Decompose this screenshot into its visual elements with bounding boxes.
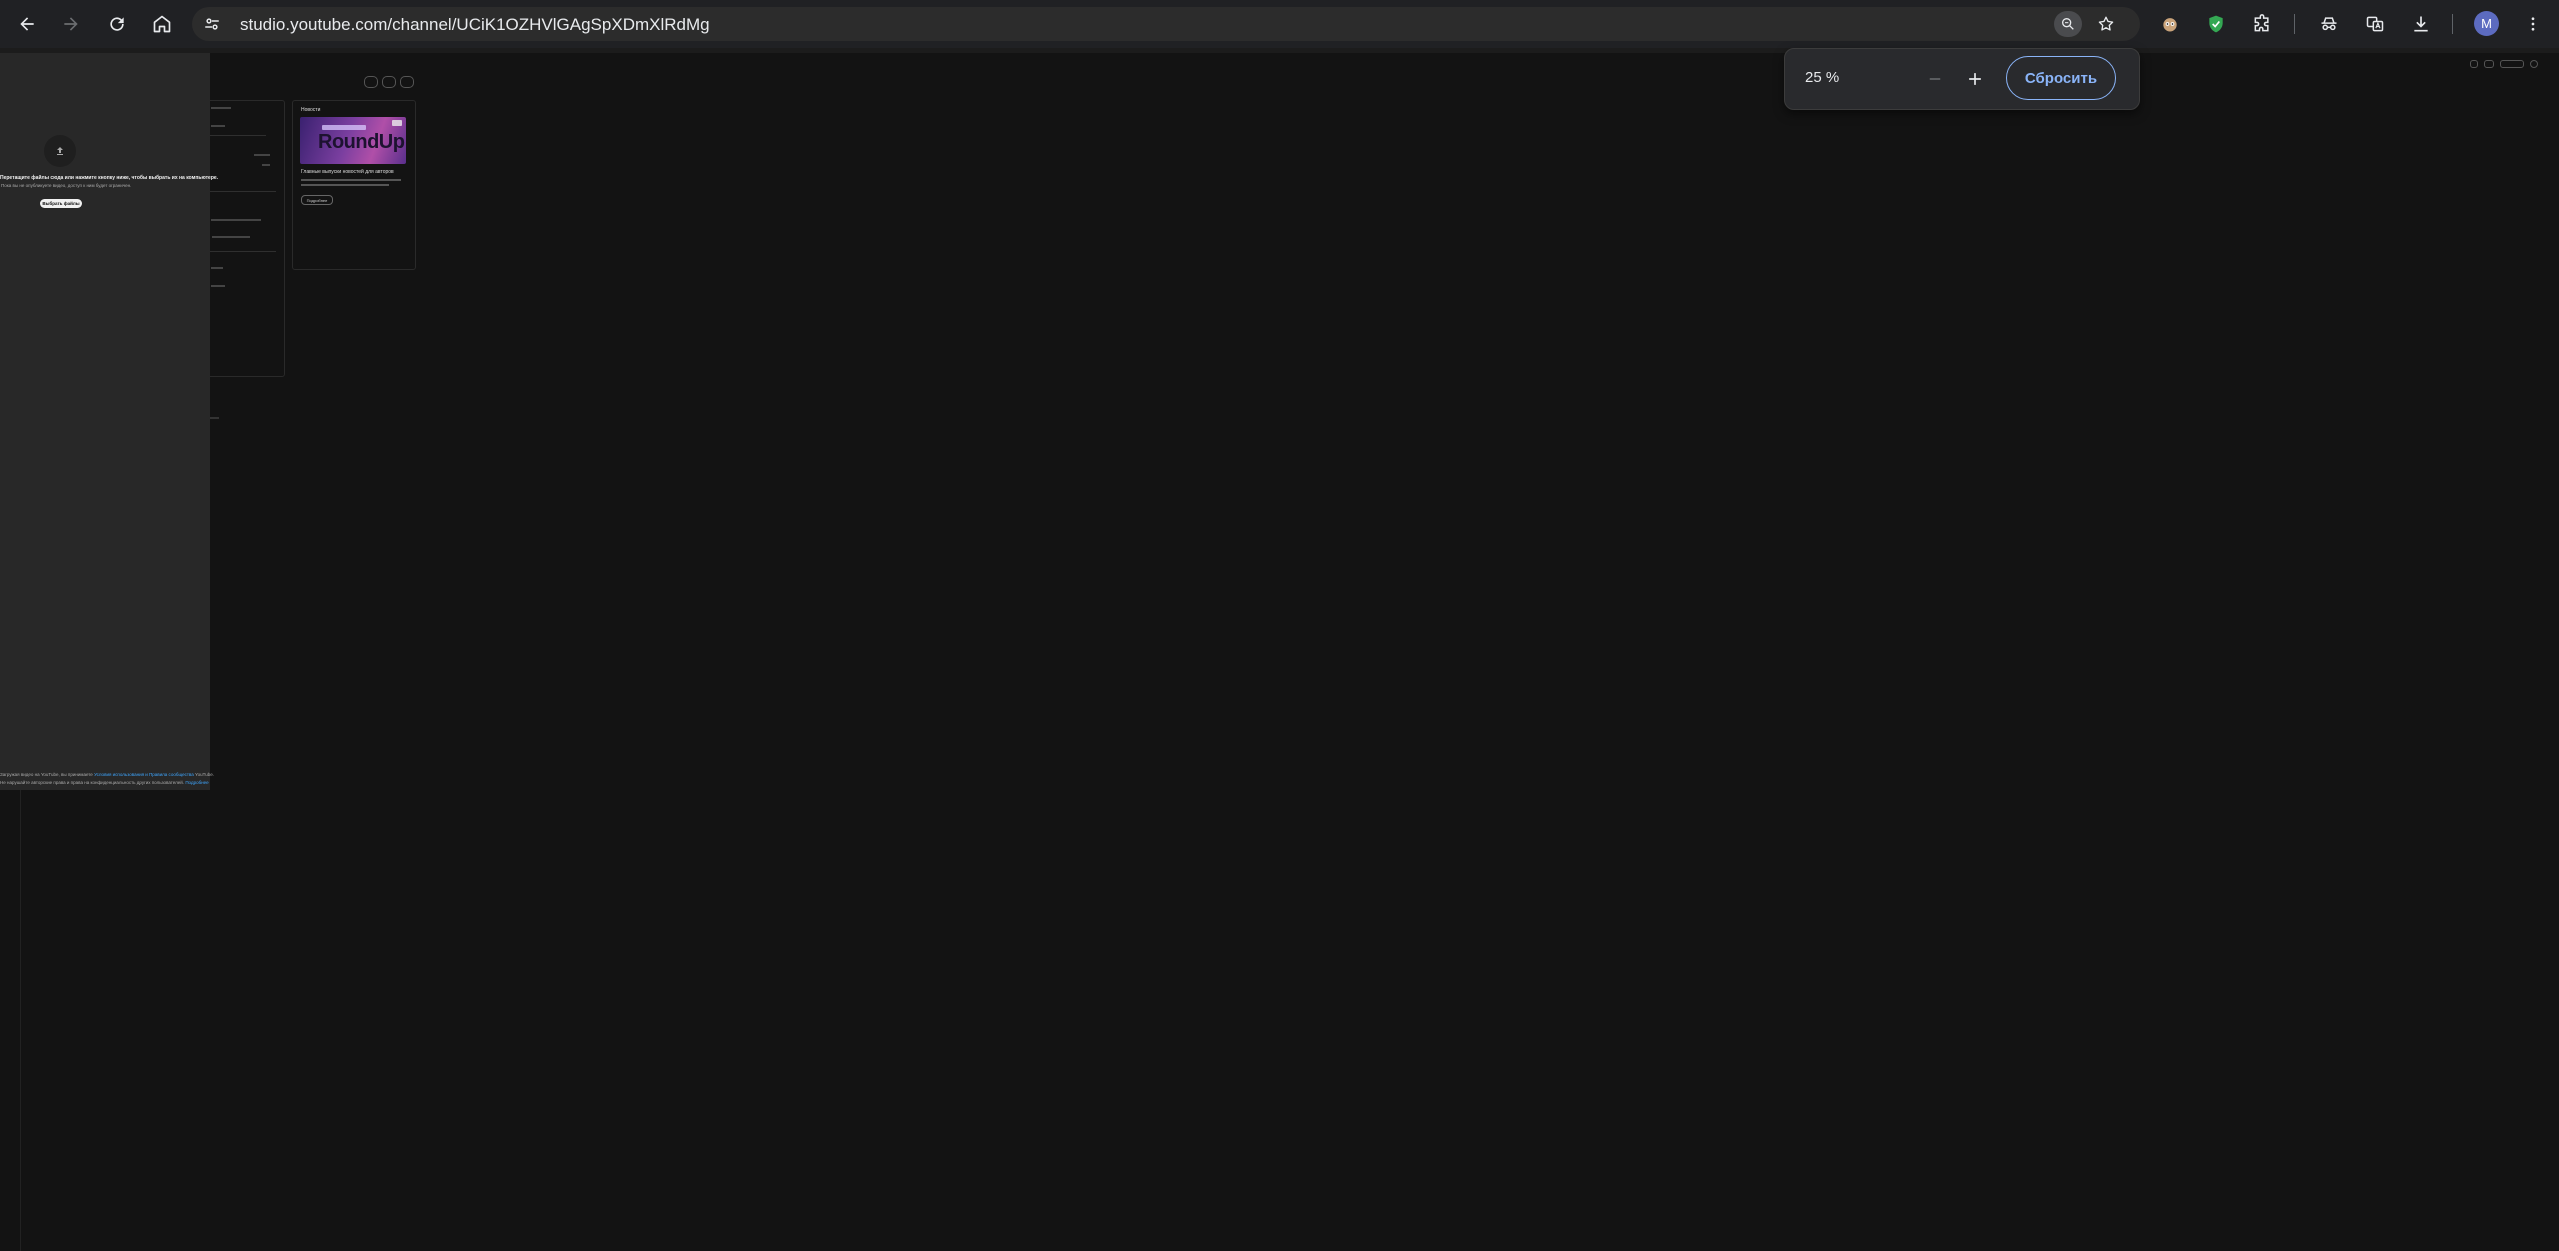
zoom-reset-button[interactable]: Сбросить [2006, 56, 2116, 100]
upload-icon[interactable] [44, 135, 76, 167]
reload-icon[interactable] [102, 9, 132, 39]
profile-avatar[interactable]: M [2474, 11, 2499, 36]
dashboard-card [205, 100, 285, 377]
card-text [211, 125, 225, 127]
toolbar-separator [2452, 14, 2453, 34]
channel-avatar[interactable] [2530, 60, 2538, 68]
news-description-line [301, 184, 389, 186]
monkey-extension-icon[interactable] [2157, 11, 2183, 37]
news-more-button[interactable]: Подробнее [301, 195, 333, 205]
forward-icon[interactable] [56, 9, 86, 39]
create-button[interactable] [2500, 60, 2524, 68]
incognito-spy-icon[interactable] [2316, 11, 2342, 37]
card-text [211, 219, 261, 221]
home-icon[interactable] [147, 9, 177, 39]
upload-dialog: Перетащите файлы сюда или нажмите кнопку… [0, 53, 218, 790]
card-heading [211, 107, 231, 109]
thumbnail-logo [392, 120, 402, 126]
page-header-strip [0, 48, 2559, 53]
puzzle-extensions-icon[interactable] [2249, 11, 2275, 37]
news-card-title: Новости [301, 107, 321, 113]
upload-dialog-title: Перетащите файлы сюда или нажмите кнопку… [0, 175, 219, 181]
card-link[interactable] [212, 236, 250, 238]
address-bar[interactable]: studio.youtube.com/channel/UCiK1OZHVlGAg… [192, 7, 2140, 41]
toolbar-separator [2294, 14, 2295, 34]
live-icon[interactable] [382, 76, 396, 88]
studio-page: Новости RoundUp Главные выпуски новостей… [0, 48, 2559, 1251]
site-info-icon[interactable] [200, 12, 224, 36]
card-divider [206, 191, 276, 192]
learn-more-link[interactable]: Подробнее [185, 780, 208, 785]
card-value [254, 154, 270, 156]
translate-icon[interactable] [2362, 11, 2388, 37]
upload-dialog-subtitle: Пока вы не опубликуете видео, доступ к н… [1, 183, 132, 188]
privacy-text: Не нарушайте авторские права и права на … [0, 780, 186, 785]
select-files-button[interactable]: Выбрать файлы [40, 199, 82, 208]
help-icon[interactable] [2470, 60, 2478, 68]
shield-extension-icon[interactable] [2203, 11, 2229, 37]
more-menu-icon[interactable] [2520, 11, 2546, 37]
bookmark-star-icon[interactable] [2094, 12, 2118, 36]
notifications-icon[interactable] [2484, 60, 2494, 68]
zoom-out-icon[interactable] [1921, 65, 1949, 93]
card-text [211, 267, 223, 269]
studio-header-actions [364, 76, 414, 88]
news-thumbnail[interactable]: RoundUp [300, 117, 406, 164]
zoom-level: 25 % [1805, 69, 1840, 86]
card-text [211, 285, 225, 287]
browser-toolbar: studio.youtube.com/channel/UCiK1OZHVlGAg… [0, 0, 2559, 48]
back-icon[interactable] [12, 9, 42, 39]
card-divider [206, 135, 266, 136]
url-text[interactable]: studio.youtube.com/channel/UCiK1OZHVlGAg… [240, 15, 710, 35]
news-card: Новости RoundUp Главные выпуски новостей… [292, 100, 416, 270]
news-headline: Главные выпуски новостей для авторов [301, 169, 394, 175]
zoom-magnifier-icon[interactable] [2054, 11, 2082, 37]
thumbnail-badge [322, 125, 366, 130]
settings-icon[interactable] [400, 76, 414, 88]
top-right-controls [2470, 60, 2538, 68]
terms-link[interactable]: Условия использования и Правила сообщест… [94, 772, 194, 777]
terms-text: Загружая видео на YouTube, вы принимаете [0, 772, 95, 777]
upload-privacy-line: Не нарушайте авторские права и права на … [0, 780, 209, 785]
thumbnail-title: RoundUp [318, 131, 405, 153]
zoom-in-icon[interactable] [1961, 65, 1989, 93]
terms-text: YouTube. [193, 772, 214, 777]
download-icon[interactable] [2408, 11, 2434, 37]
news-description-line [301, 179, 401, 181]
card-value [262, 164, 270, 166]
zoom-popup: 25 % Сбросить [1784, 48, 2140, 110]
card-divider [206, 251, 276, 252]
create-icon[interactable] [364, 76, 378, 88]
upload-terms-line: Загружая видео на YouTube, вы принимаете… [0, 772, 214, 777]
